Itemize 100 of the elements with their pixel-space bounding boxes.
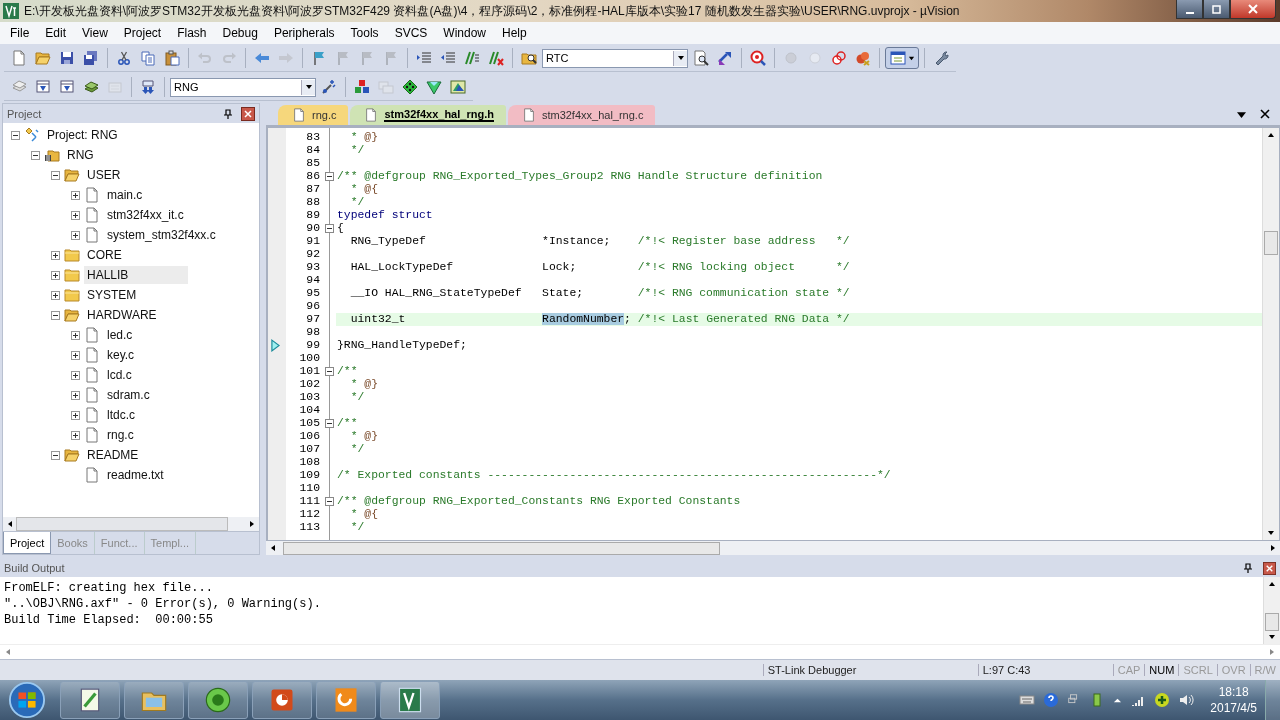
file-tab[interactable]: stm32f4xx_hal_rng.c (507, 105, 656, 125)
expander-icon[interactable] (71, 430, 80, 440)
scroll-up-icon[interactable] (1267, 131, 1275, 139)
expander-icon[interactable] (71, 390, 80, 400)
expander-icon[interactable] (71, 190, 80, 200)
minimize-button[interactable] (1176, 0, 1203, 19)
scroll-left-icon[interactable] (269, 544, 277, 552)
tree-item[interactable]: sdram.c (104, 386, 153, 404)
tree-item[interactable]: stm32f4xx_it.c (104, 206, 187, 224)
scrollbar[interactable] (1263, 577, 1280, 644)
pin-icon[interactable] (223, 108, 233, 119)
taskbar-app[interactable] (252, 681, 312, 719)
file-icon (84, 467, 100, 483)
expander-icon[interactable] (71, 330, 80, 340)
expander-icon[interactable] (51, 170, 60, 180)
line-number: 90 (305, 222, 321, 235)
file-tab[interactable]: stm32f4xx_hal_rng.h (350, 105, 506, 125)
tree-item[interactable]: SYSTEM (84, 286, 140, 304)
taskbar-app[interactable] (188, 681, 248, 719)
scroll-right-icon[interactable] (248, 520, 256, 528)
tree-item[interactable]: HALLIB (84, 266, 189, 284)
menu-item[interactable]: Edit (37, 26, 75, 40)
tree-item[interactable]: readme.txt (104, 466, 167, 484)
cursor-position: L:97 C:43 (977, 664, 1073, 676)
file-icon (84, 407, 100, 423)
scroll-thumb[interactable] (283, 541, 720, 555)
menu-item[interactable]: Window (435, 26, 494, 40)
menu-item[interactable]: File (2, 26, 38, 40)
taskbar-app[interactable] (380, 681, 440, 719)
scroll-left-icon[interactable] (6, 520, 14, 528)
expander-icon[interactable] (31, 150, 40, 160)
close-icon[interactable] (241, 106, 255, 121)
close-icon[interactable] (1263, 561, 1276, 575)
tree-item[interactable]: key.c (104, 346, 138, 364)
menu-item[interactable]: Debug (214, 26, 266, 40)
panel-tab[interactable]: Project (3, 532, 52, 554)
expander-icon[interactable] (51, 450, 60, 460)
file-icon (292, 108, 306, 122)
fold-icon[interactable] (325, 367, 334, 376)
tree-item[interactable]: rng.c (104, 426, 137, 444)
output-line: Build Time Elapsed: 00:00:55 (4, 612, 214, 628)
tree-item[interactable]: Project: RNG (44, 126, 121, 144)
close-button[interactable] (1230, 0, 1276, 19)
taskbar-app[interactable] (124, 681, 184, 719)
fold-icon[interactable] (325, 497, 334, 506)
menu-item[interactable]: Flash (169, 26, 215, 40)
menu-item[interactable]: SVCS (386, 26, 436, 40)
scroll-thumb[interactable] (1265, 613, 1279, 631)
tree-item[interactable]: HARDWARE (84, 306, 160, 324)
tree-item[interactable]: RNG (64, 146, 97, 164)
tree-item[interactable]: system_stm32f4xx.c (104, 226, 219, 244)
code-line: HAL_LockTypeDef Lock; /*!< RNG locking object */ (349, 261, 851, 274)
tree-item[interactable]: README (84, 446, 142, 464)
menu-item[interactable]: Tools (342, 26, 387, 40)
menu-item[interactable]: Project (115, 26, 170, 40)
expander-icon[interactable] (71, 410, 80, 420)
build-icon (59, 79, 75, 95)
expander-icon[interactable] (71, 230, 80, 240)
file-tab[interactable]: rng.c (278, 105, 349, 125)
menu-item[interactable]: Peripherals (265, 26, 343, 40)
window-button[interactable] (885, 47, 919, 69)
fold-icon[interactable] (325, 224, 334, 233)
menu-item[interactable]: Help (494, 26, 535, 40)
line-number: 110 (298, 482, 321, 495)
scroll-up-icon[interactable] (1268, 580, 1276, 588)
scroll-down-icon[interactable] (1267, 529, 1275, 537)
expander-icon[interactable] (51, 290, 60, 300)
pin-icon[interactable] (1243, 563, 1253, 573)
scroll-thumb[interactable] (1264, 231, 1278, 255)
dropdown-icon[interactable] (1237, 109, 1246, 119)
arrows-icon (717, 50, 733, 66)
expander-icon[interactable] (71, 370, 80, 380)
scrollbar[interactable] (266, 541, 1280, 555)
find-combo[interactable]: RTC (542, 48, 688, 68)
start-button[interactable] (8, 681, 46, 719)
expander-icon[interactable] (51, 250, 60, 260)
fold-icon[interactable] (325, 172, 334, 181)
expander-icon[interactable] (51, 310, 60, 320)
target-combo[interactable]: RNG (170, 77, 316, 97)
expander-icon[interactable] (71, 350, 80, 360)
maximize-button[interactable] (1203, 0, 1230, 19)
fold-icon[interactable] (325, 419, 334, 428)
close-icon[interactable] (1260, 109, 1270, 119)
expander-icon[interactable] (71, 210, 80, 220)
taskbar-app[interactable] (316, 681, 376, 719)
taskbar-app[interactable] (60, 681, 120, 719)
tree-item[interactable]: USER (84, 166, 124, 184)
tree-item[interactable]: led.c (104, 326, 136, 344)
tree-item[interactable]: ltdc.c (104, 406, 138, 424)
scrollbar[interactable] (3, 517, 259, 531)
scrollbar[interactable] (1262, 128, 1279, 540)
scroll-down-icon[interactable] (1268, 633, 1276, 641)
expander-icon[interactable] (11, 130, 20, 140)
menu-item[interactable]: View (74, 26, 116, 40)
scroll-thumb[interactable] (16, 517, 228, 531)
expander-icon[interactable] (51, 270, 60, 280)
tree-item[interactable]: CORE (84, 246, 125, 264)
tree-item[interactable]: lcd.c (104, 366, 135, 384)
scroll-right-icon[interactable] (1269, 544, 1277, 552)
tree-item[interactable]: main.c (104, 186, 146, 204)
